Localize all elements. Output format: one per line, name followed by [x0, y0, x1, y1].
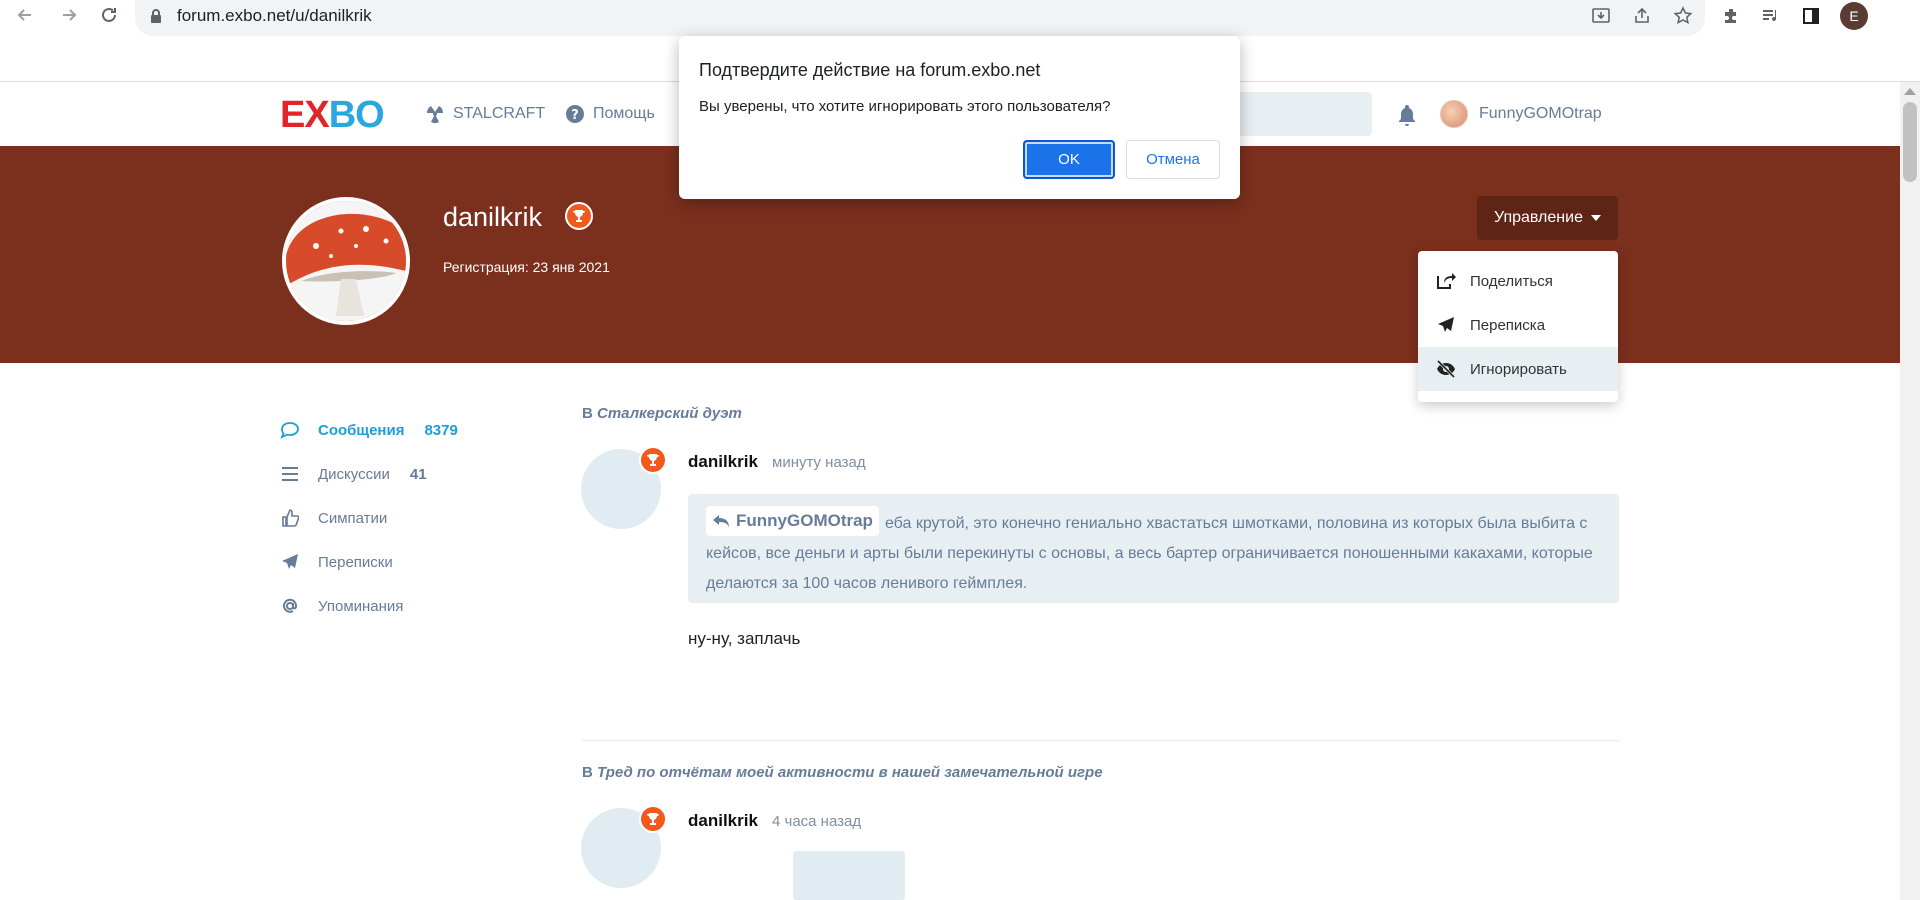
radiation-icon — [426, 106, 444, 124]
quote-mention[interactable]: FunnyGOMOtrap — [706, 506, 879, 536]
side-panel-icon[interactable] — [1797, 2, 1825, 30]
sidebar-item-posts[interactable]: Сообщения 8379 — [280, 408, 458, 452]
caret-down-icon — [1590, 215, 1601, 221]
bookmark-star-icon[interactable] — [1669, 2, 1697, 30]
cancel-button[interactable]: Отмена — [1126, 140, 1220, 179]
trophy-badge-icon — [565, 202, 593, 230]
profile-avatar — [282, 197, 410, 325]
menu-item-share[interactable]: Поделиться — [1418, 259, 1618, 303]
mushroom-avatar-image — [286, 201, 406, 321]
media-control-icon[interactable] — [1757, 2, 1785, 30]
lock-icon — [151, 9, 161, 23]
exbo-logo[interactable]: E X BO — [280, 94, 385, 136]
at-icon — [280, 596, 300, 616]
thumbs-up-icon — [280, 508, 300, 528]
post-author-name[interactable]: danilkrik — [688, 811, 758, 831]
nav-stalcraft[interactable]: STALCRAFT — [425, 104, 545, 124]
current-user-name[interactable]: FunnyGOMOtrap — [1479, 105, 1602, 123]
ok-button[interactable]: OK — [1023, 140, 1115, 179]
url-text: forum.exbo.net/u/danilkrik — [177, 6, 372, 25]
paper-plane-icon — [1436, 315, 1456, 335]
sidebar-item-likes[interactable]: Симпатии — [280, 496, 458, 540]
comment-icon — [280, 420, 300, 440]
sidebar-item-discussions[interactable]: Дискуссии 41 — [280, 452, 458, 496]
share-page-icon[interactable] — [1628, 2, 1656, 30]
extensions-icon[interactable] — [1717, 2, 1745, 30]
manage-dropdown: Поделиться Переписка Игнорировать — [1418, 251, 1618, 402]
dialog-message: Вы уверены, что хотите игнорировать этог… — [699, 98, 1111, 115]
post-time[interactable]: минуту назад — [772, 454, 866, 471]
sidebar-item-conversations[interactable]: Переписки — [280, 540, 458, 584]
svg-text:?: ? — [571, 108, 579, 123]
current-user-avatar[interactable] — [1440, 100, 1468, 128]
post-divider — [582, 740, 1619, 741]
install-icon[interactable] — [1587, 2, 1615, 30]
nav-help[interactable]: ? Помощь — [565, 104, 655, 124]
confirm-dialog: Подтвердите действие на forum.exbo.net В… — [679, 36, 1240, 199]
reload-icon[interactable] — [94, 0, 124, 30]
post-image-placeholder — [793, 851, 905, 900]
quoted-post: FunnyGOMOtrap еба крутой, это конечно ге… — [688, 494, 1619, 603]
profile-username: danilkrik — [443, 202, 543, 232]
page-scrollbar[interactable] — [1900, 82, 1920, 900]
eye-slash-icon — [1436, 359, 1456, 379]
trophy-badge-icon — [639, 805, 667, 833]
browser-profile-avatar[interactable]: E — [1840, 2, 1868, 30]
post-author-name[interactable]: danilkrik — [688, 452, 758, 472]
address-bar[interactable]: forum.exbo.net/u/danilkrik — [135, 0, 1705, 36]
paper-plane-icon — [280, 552, 300, 572]
sidebar-item-mentions[interactable]: Упоминания — [280, 584, 458, 628]
post-context: В Тред по отчётам моей активности в наше… — [582, 764, 1103, 781]
share-icon — [1436, 271, 1456, 291]
trophy-badge-icon — [639, 446, 667, 474]
menu-item-ignore[interactable]: Игнорировать — [1418, 347, 1618, 391]
dialog-title: Подтвердите действие на forum.exbo.net — [699, 60, 1041, 80]
post-context: В Сталкерский дуэт — [582, 405, 742, 422]
menu-item-message[interactable]: Переписка — [1418, 303, 1618, 347]
profile-sidebar: Сообщения 8379 Дискуссии 41 Симпатии Пер… — [280, 408, 458, 628]
manage-button[interactable]: Управление — [1477, 196, 1618, 240]
help-icon: ? — [566, 105, 584, 123]
discussion-link[interactable]: Сталкерский дуэт — [597, 405, 742, 422]
post-body: ну-ну, заплачь — [688, 629, 801, 648]
reply-arrow-icon — [713, 515, 729, 527]
bell-icon[interactable] — [1397, 104, 1417, 126]
back-arrow-icon[interactable] — [10, 0, 40, 30]
registration-date: Регистрация: 23 янв 2021 — [443, 259, 610, 275]
post-time[interactable]: 4 часа назад — [772, 813, 861, 830]
forward-arrow-icon[interactable] — [54, 0, 84, 30]
list-icon — [280, 464, 300, 484]
scroll-up-arrow-icon[interactable] — [1904, 88, 1916, 95]
discussion-link[interactable]: Тред по отчётам моей активности в нашей … — [597, 764, 1103, 781]
scrollbar-thumb[interactable] — [1903, 102, 1917, 182]
